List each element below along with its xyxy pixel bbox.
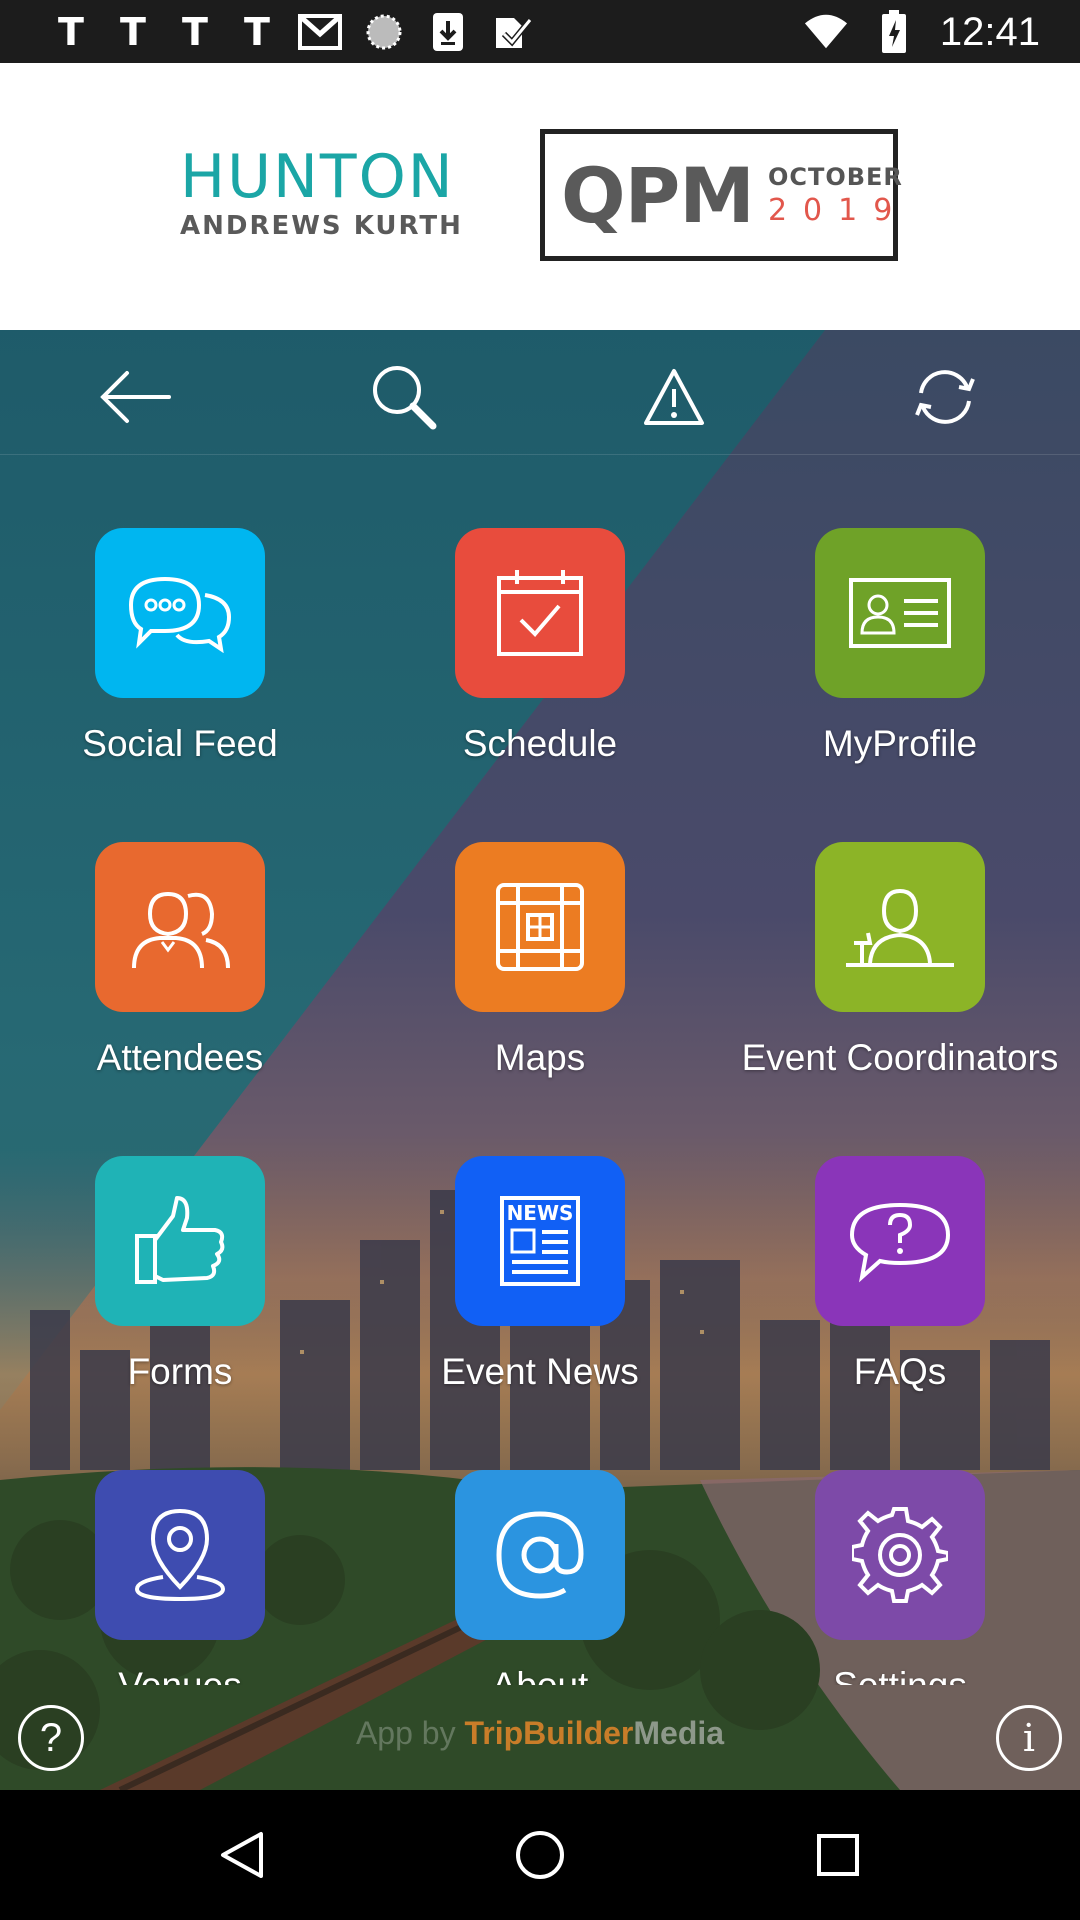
speaker-icon [846,888,954,967]
event-news-tile[interactable]: NEWS [455,1156,625,1326]
notif-t-icon: T [244,10,270,54]
powered-suffix: Media [633,1715,725,1751]
nav-recents-icon [817,1834,859,1876]
nav-back-icon [221,1832,263,1878]
status-bar: T T T T 12:41 [0,0,1080,63]
maps-tile[interactable] [455,842,625,1012]
battery-icon [872,10,916,54]
id-card-icon [849,578,951,648]
newspaper-icon: NEWS [500,1196,580,1286]
brand-line1: HUNTON [180,142,455,212]
schedule-label: Schedule [462,723,618,764]
nav-back-button[interactable] [202,1815,282,1895]
venues-label: Venues [0,1665,360,1685]
notification-icons: T T T T [50,10,534,54]
attendees-tile[interactable] [95,842,265,1012]
event-news-label: Event News [441,1351,639,1392]
gear-icon [852,1507,948,1603]
forms-label: Forms [127,1351,233,1392]
system-icons: 12:41 [804,10,1040,54]
settings-tile[interactable] [815,1470,985,1640]
faqs-label: FAQs [853,1351,947,1392]
brand-logo: HUNTON ANDREWS KURTH [180,147,463,241]
maps-label: Maps [494,1037,586,1078]
attendees-label: Attendees [96,1037,264,1078]
event-year: 2019 [767,192,909,228]
myprofile-tile[interactable] [815,528,985,698]
map-pin-icon [134,1508,226,1602]
nav-recents-button[interactable] [798,1815,878,1895]
check-icon [490,10,534,54]
settings-label: Settings [720,1665,1080,1685]
navigation-bar [0,1790,1080,1920]
question-bubble-icon [849,1202,951,1283]
event-coordinators-tile[interactable] [815,842,985,1012]
powered-prefix: App by [355,1715,456,1751]
event-name: QPM [561,150,755,240]
social-feed-tile[interactable] [95,528,265,698]
myprofile-label: MyProfile [822,723,978,764]
notif-t-icon: T [58,10,84,54]
svg-text:NEWS: NEWS [507,1201,574,1225]
brand-line2: ANDREWS KURTH [180,211,463,241]
chat-bubbles-icon [128,576,232,653]
header-banner: HUNTON ANDREWS KURTH QPM OCTOBER 2019 [0,63,1080,330]
info-icon: i [1022,1716,1036,1760]
download-icon [426,10,470,54]
at-sign-icon [496,1511,584,1599]
event-month: OCTOBER [767,162,903,191]
event-logo: QPM OCTOBER 2019 [540,129,902,261]
nav-home-icon [516,1831,564,1879]
floor-map-icon [496,883,584,971]
schedule-tile[interactable] [455,528,625,698]
calendar-check-icon [497,570,583,656]
tile-grid: Social Feed Schedule MyProfile Attendees… [0,330,1080,1685]
venues-tile[interactable] [95,1470,265,1640]
about-tile[interactable] [455,1470,625,1640]
thumbs-up-icon [135,1196,225,1284]
info-button[interactable]: i [996,1705,1062,1771]
wifi-icon [804,10,848,54]
social-feed-label: Social Feed [82,723,278,764]
nav-home-button[interactable] [500,1815,580,1895]
powered-brand: TripBuilder [464,1715,634,1751]
people-icon [132,891,230,969]
notif-t-icon: T [120,10,146,54]
clock: 12:41 [939,10,1040,54]
forms-tile[interactable] [95,1156,265,1326]
notif-t-icon: T [182,10,208,54]
dashboard: Social Feed Schedule MyProfile Attendees… [0,330,1080,1790]
loading-icon [362,10,406,54]
faqs-tile[interactable] [815,1156,985,1326]
about-label: About [360,1665,720,1685]
powered-by: App by TripBuilderMedia [0,1715,1080,1752]
event-coordinators-label: Event Coordinators [741,1037,1059,1078]
gmail-icon [298,10,342,54]
